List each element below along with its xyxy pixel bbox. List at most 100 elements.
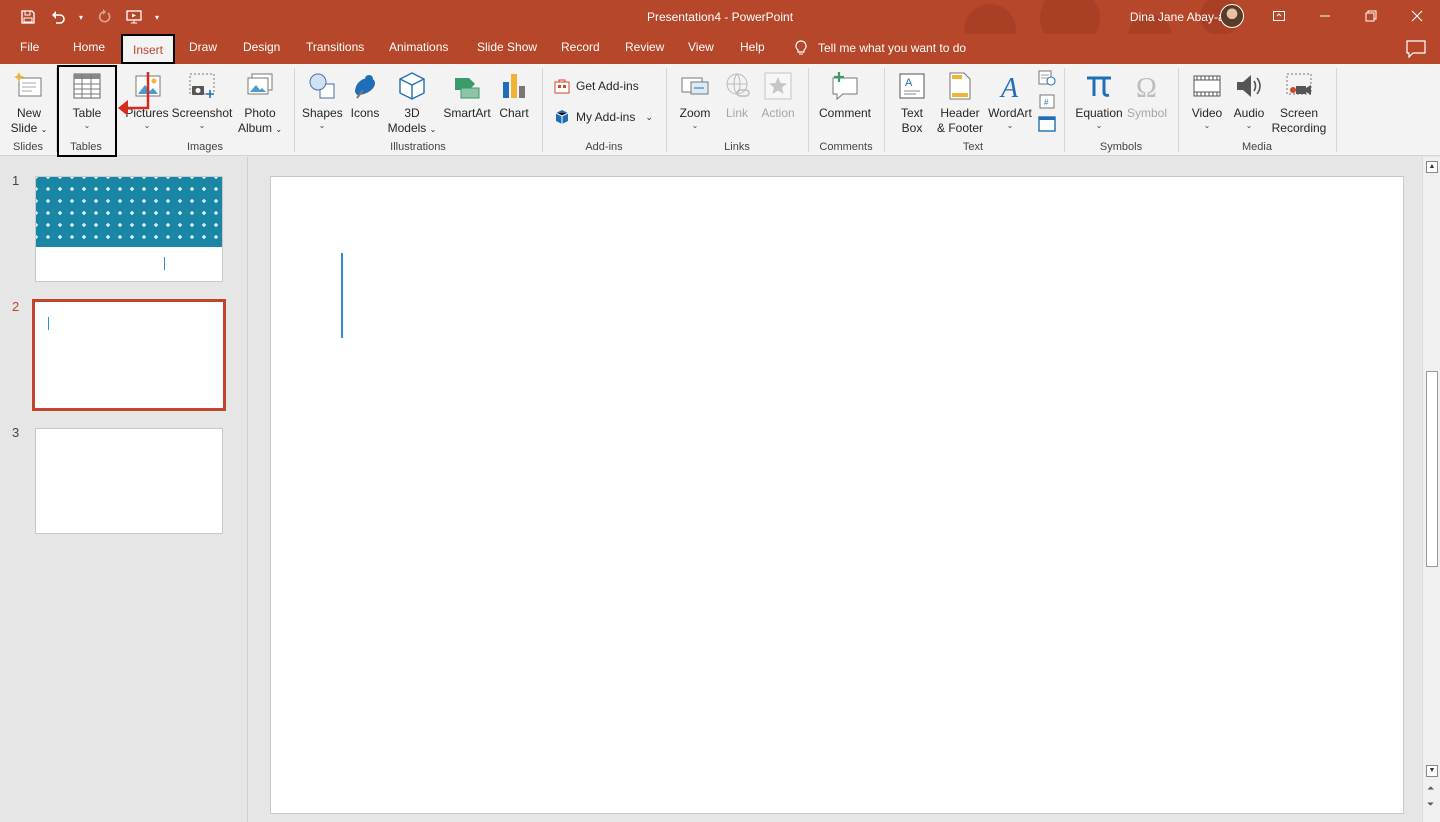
tab-draw[interactable]: Draw — [189, 40, 217, 54]
chart-button[interactable]: Chart — [496, 70, 532, 121]
icons-button[interactable]: Icons — [347, 70, 383, 121]
shapes-button[interactable]: Shapes ⌄ — [302, 70, 343, 131]
text-caret — [164, 257, 165, 270]
text-box-icon: A — [899, 73, 925, 99]
comment-button[interactable]: Comment — [816, 70, 874, 121]
tab-help[interactable]: Help — [740, 40, 765, 54]
tab-transitions[interactable]: Transitions — [306, 40, 364, 54]
new-slide-label-2: Slide — [10, 121, 38, 135]
equation-label: Equation — [1075, 106, 1123, 120]
video-icon — [1193, 75, 1221, 97]
tab-file[interactable]: File — [20, 40, 39, 54]
photo-album-button[interactable]: Photo Album ⌄ — [234, 70, 286, 137]
object-icon[interactable] — [1038, 116, 1056, 132]
previous-slide-icon[interactable]: ⏶ — [1427, 783, 1434, 793]
new-comment-icon — [832, 72, 858, 101]
equation-button[interactable]: Equation ⌄ — [1072, 70, 1126, 131]
scroll-thumb[interactable] — [1426, 371, 1438, 567]
screen-recording-label-1: Screen — [1279, 106, 1319, 120]
pictures-dropdown-icon: ⌄ — [143, 121, 151, 130]
avatar[interactable] — [1220, 4, 1244, 28]
new-slide-label-1: New — [16, 106, 41, 120]
slide-thumbnail-1[interactable] — [35, 176, 223, 282]
annotation-arrow-icon — [118, 72, 150, 114]
screenshot-icon — [189, 73, 215, 98]
group-links-label: Links — [724, 141, 750, 153]
comment-label: Comment — [818, 106, 871, 120]
slide-thumbnail-3[interactable] — [35, 428, 223, 534]
audio-dropdown-icon: ⌄ — [1245, 121, 1253, 130]
tell-me-label: Tell me what you want to do — [818, 41, 967, 55]
tab-view[interactable]: View — [688, 40, 714, 54]
group-separator — [884, 68, 885, 152]
screen-recording-button[interactable]: Screen Recording — [1270, 70, 1328, 136]
my-addins-button[interactable]: My Add-ins ⌄ — [554, 109, 653, 125]
tab-animations[interactable]: Animations — [389, 40, 448, 54]
tab-design[interactable]: Design — [243, 40, 280, 54]
tab-home[interactable]: Home — [73, 40, 105, 54]
lightbulb-icon — [795, 40, 807, 55]
audio-label: Audio — [1233, 106, 1265, 120]
3d-models-button[interactable]: 3D Models ⌄ — [386, 70, 438, 137]
slide-thumbnail-2[interactable] — [32, 299, 226, 411]
tab-insert[interactable]: Insert — [121, 34, 176, 64]
zoom-button[interactable]: Zoom ⌄ — [676, 70, 714, 131]
smartart-button[interactable]: SmartArt — [441, 70, 493, 121]
date-time-icon[interactable] — [1038, 70, 1056, 86]
text-box-button[interactable]: A Text Box — [893, 70, 931, 136]
scroll-down-icon[interactable]: ▼ — [1426, 765, 1438, 777]
tab-review[interactable]: Review — [625, 40, 664, 54]
minimize-icon[interactable] — [1302, 0, 1348, 32]
tell-me-search[interactable]: Tell me what you want to do — [794, 40, 966, 56]
screen-recording-label-2: Recording — [1271, 121, 1327, 135]
screenshot-button[interactable]: Screenshot ⌄ — [171, 70, 233, 131]
group-separator — [542, 68, 543, 152]
wordart-button[interactable]: A WordArt ⌄ — [986, 70, 1034, 131]
my-addins-dropdown-icon: ⌄ — [645, 111, 653, 122]
link-label: Link — [725, 106, 748, 120]
3d-models-label-1: 3D — [404, 106, 420, 120]
next-slide-icon[interactable]: ⏷ — [1427, 799, 1434, 809]
link-button[interactable]: Link — [719, 70, 755, 121]
slide-pattern — [36, 177, 222, 247]
screen-recording-icon — [1286, 73, 1312, 95]
slide-number-icon[interactable]: # — [1038, 94, 1056, 110]
new-slide-button[interactable]: New Slide ⌄ — [10, 70, 48, 137]
symbol-button[interactable]: Ω Symbol — [1126, 70, 1168, 121]
audio-button[interactable]: Audio ⌄ — [1230, 70, 1268, 131]
vertical-scrollbar[interactable]: ▲ ▼ ⏶ ⏷ — [1422, 157, 1440, 822]
video-dropdown-icon: ⌄ — [1203, 121, 1211, 130]
group-addins-label: Add-ins — [585, 141, 623, 153]
group-separator — [666, 68, 667, 152]
chart-label: Chart — [499, 106, 529, 120]
get-addins-button[interactable]: Get Add-ins — [554, 78, 639, 94]
screenshot-label: Screenshot — [171, 106, 233, 120]
ribbon: New Slide ⌄ Slides Table ⌄ Tables Pictur… — [0, 64, 1440, 220]
close-icon[interactable] — [1394, 0, 1440, 32]
current-slide[interactable] — [270, 176, 1404, 814]
tab-slide-show[interactable]: Slide Show — [477, 40, 537, 54]
icons-label: Icons — [350, 106, 380, 120]
video-button[interactable]: Video ⌄ — [1188, 70, 1226, 131]
wordart-icon: A — [999, 73, 1019, 102]
action-button[interactable]: Action — [758, 70, 798, 121]
restore-icon[interactable] — [1348, 0, 1394, 32]
speaker-icon — [1237, 75, 1261, 97]
tab-record[interactable]: Record — [561, 40, 600, 54]
group-separator — [808, 68, 809, 152]
group-media-label: Media — [1242, 141, 1272, 153]
svg-text:#: # — [1044, 98, 1049, 107]
scroll-up-icon[interactable]: ▲ — [1426, 161, 1438, 173]
header-footer-label-1: Header — [940, 106, 980, 120]
svg-text:A: A — [999, 73, 1019, 102]
shapes-icon — [309, 73, 335, 99]
header-footer-icon — [949, 72, 971, 100]
comments-icon[interactable] — [1406, 40, 1426, 58]
text-box-label-1: Text — [900, 106, 923, 120]
wordart-label: WordArt — [988, 106, 1032, 120]
header-footer-button[interactable]: Header & Footer — [934, 70, 986, 136]
my-addins-label: My Add-ins — [576, 110, 636, 124]
ribbon-display-options-icon[interactable] — [1256, 0, 1302, 32]
tables-highlight-box — [57, 65, 117, 157]
slide-number: 3 — [12, 425, 20, 440]
